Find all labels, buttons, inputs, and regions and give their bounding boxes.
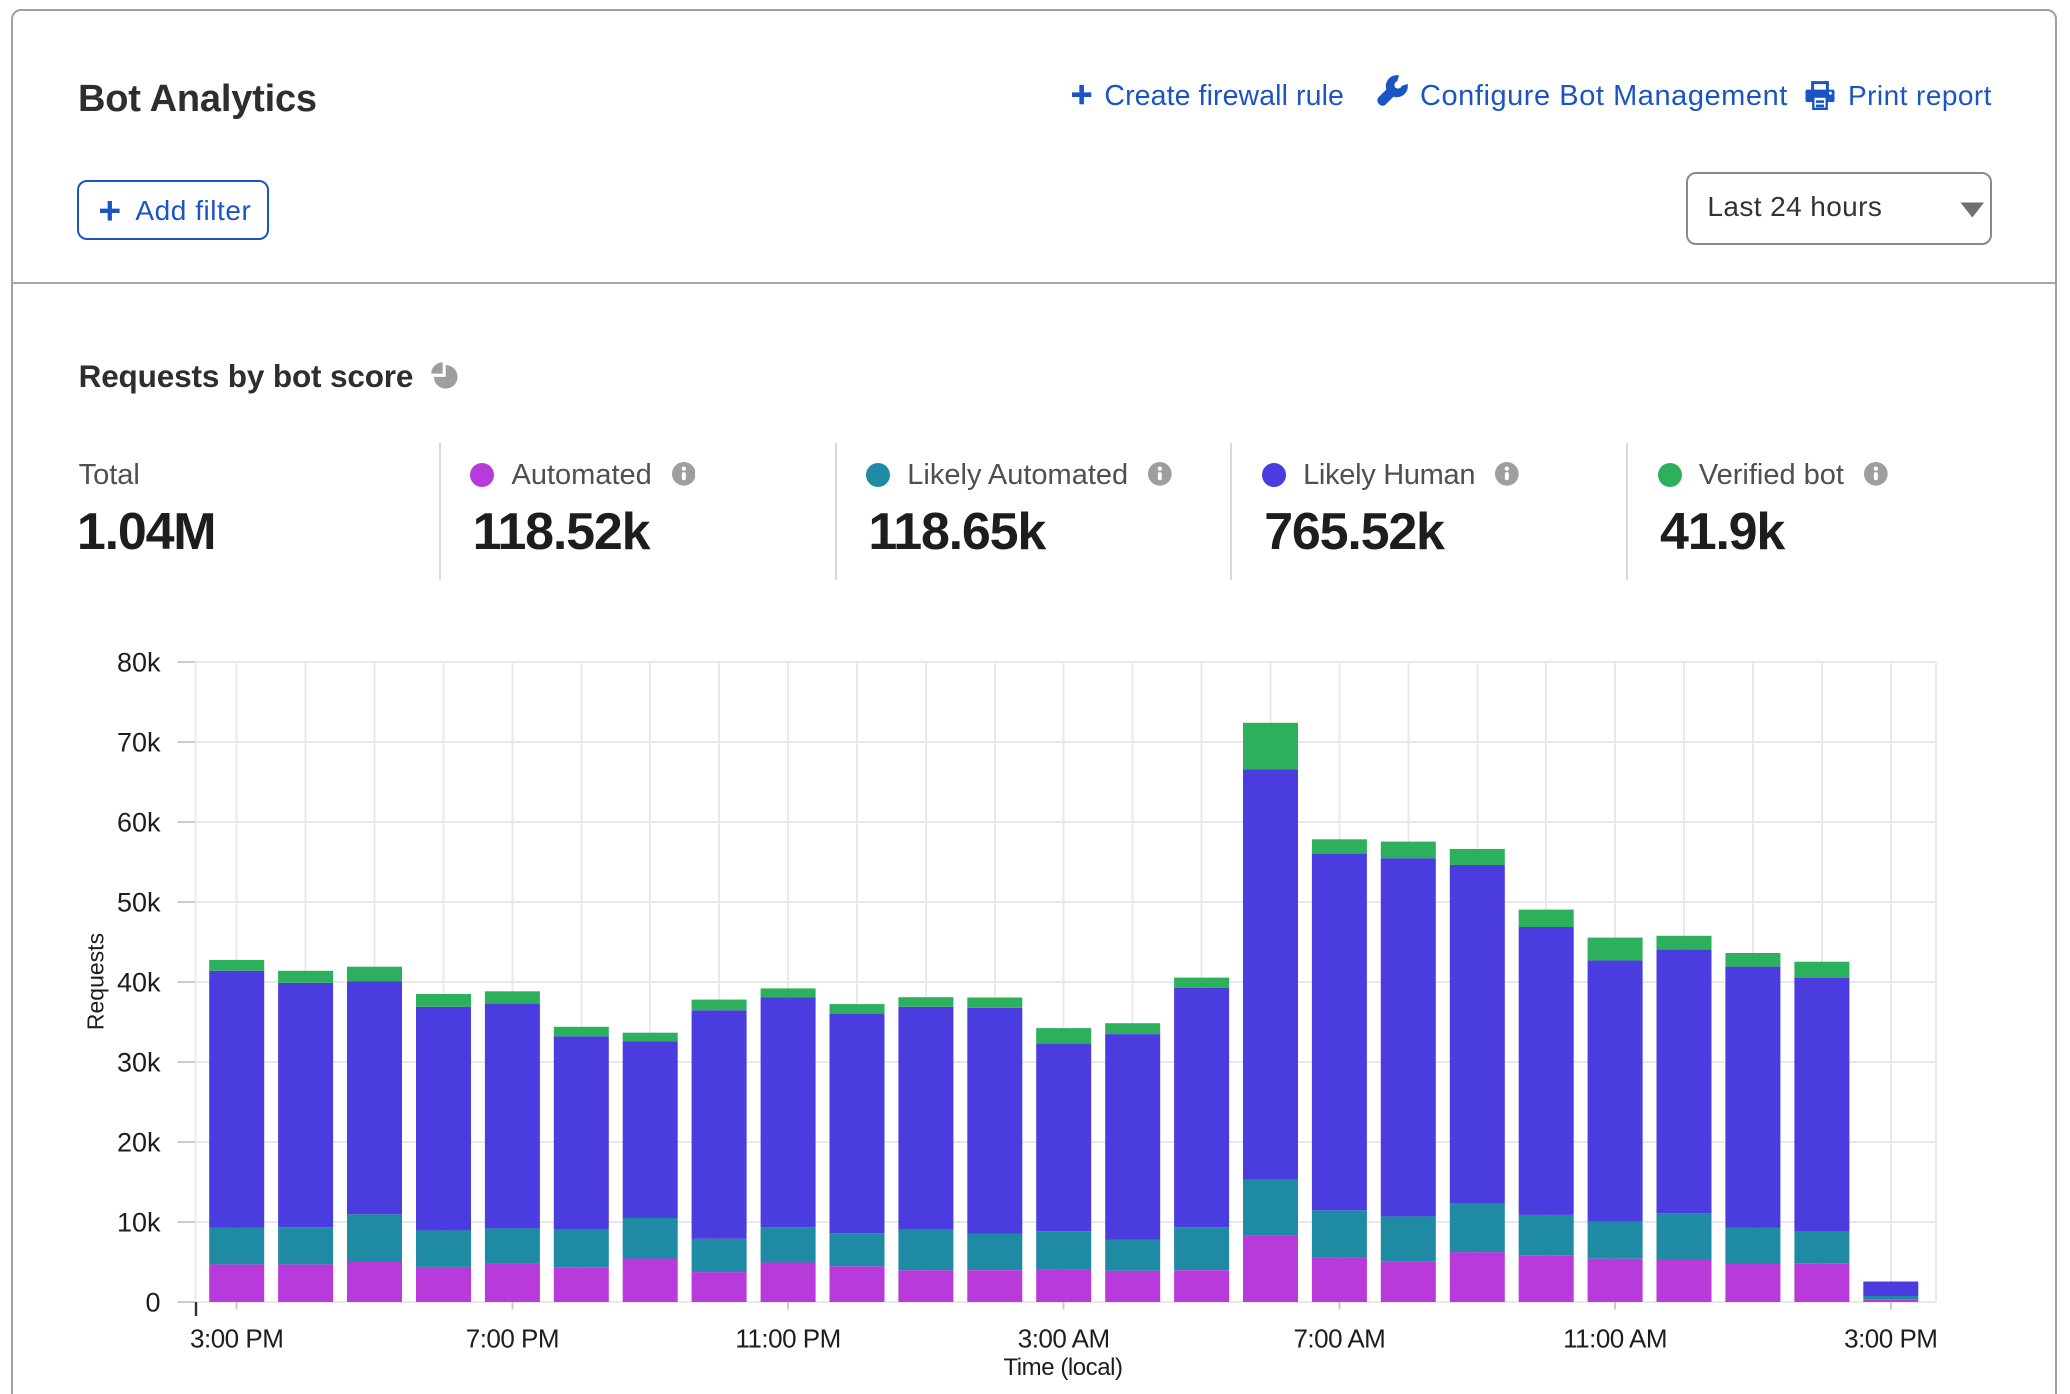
svg-text:70k: 70k	[117, 728, 161, 758]
svg-text:3:00 PM: 3:00 PM	[190, 1324, 283, 1354]
svg-text:0: 0	[145, 1288, 160, 1318]
svg-text:30k: 30k	[117, 1048, 161, 1078]
svg-text:7:00 PM: 7:00 PM	[466, 1324, 559, 1354]
svg-text:40k: 40k	[117, 968, 161, 998]
svg-text:3:00 PM: 3:00 PM	[1844, 1324, 1937, 1354]
svg-text:11:00 PM: 11:00 PM	[735, 1324, 840, 1354]
svg-text:80k: 80k	[117, 648, 161, 678]
svg-text:10k: 10k	[117, 1208, 161, 1238]
svg-text:50k: 50k	[117, 888, 161, 918]
svg-text:7:00 AM: 7:00 AM	[1293, 1324, 1385, 1354]
svg-text:Time (local): Time (local)	[1003, 1354, 1122, 1381]
svg-text:60k: 60k	[117, 808, 161, 838]
svg-text:Requests: Requests	[83, 933, 109, 1030]
svg-text:20k: 20k	[117, 1128, 161, 1158]
svg-text:3:00 AM: 3:00 AM	[1018, 1324, 1110, 1354]
svg-text:11:00 AM: 11:00 AM	[1563, 1324, 1667, 1354]
